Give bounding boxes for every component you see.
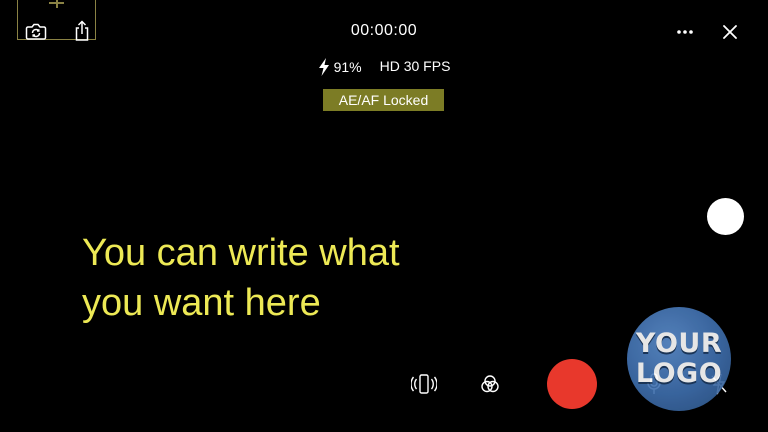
- reticle-tick: [49, 2, 64, 4]
- logo-line: LOGO: [635, 358, 723, 389]
- more-icon[interactable]: [674, 22, 696, 42]
- status-bar: 91% HD 30 FPS: [0, 58, 768, 76]
- record-button[interactable]: [547, 359, 597, 409]
- zoom-control-button[interactable]: [707, 198, 744, 235]
- stabilization-icon[interactable]: [411, 372, 437, 396]
- caption-line: you want here: [82, 282, 321, 324]
- battery-level: 91%: [333, 59, 362, 75]
- recording-timecode: 00:00:00: [350, 22, 418, 39]
- battery-status: 91%: [318, 58, 362, 76]
- close-icon[interactable]: [720, 22, 740, 42]
- video-format[interactable]: HD 30 FPS: [380, 58, 451, 76]
- caption-line: You can write what: [82, 232, 400, 274]
- your-logo-watermark: YOUR LOGO: [627, 307, 731, 411]
- ae-af-locked-badge[interactable]: AE/AF Locked: [323, 89, 444, 111]
- logo-line: YOUR: [635, 328, 723, 359]
- overlay-caption: You can write what you want here: [82, 228, 562, 328]
- bolt-icon: [318, 58, 329, 76]
- color-filter-icon[interactable]: [479, 373, 501, 395]
